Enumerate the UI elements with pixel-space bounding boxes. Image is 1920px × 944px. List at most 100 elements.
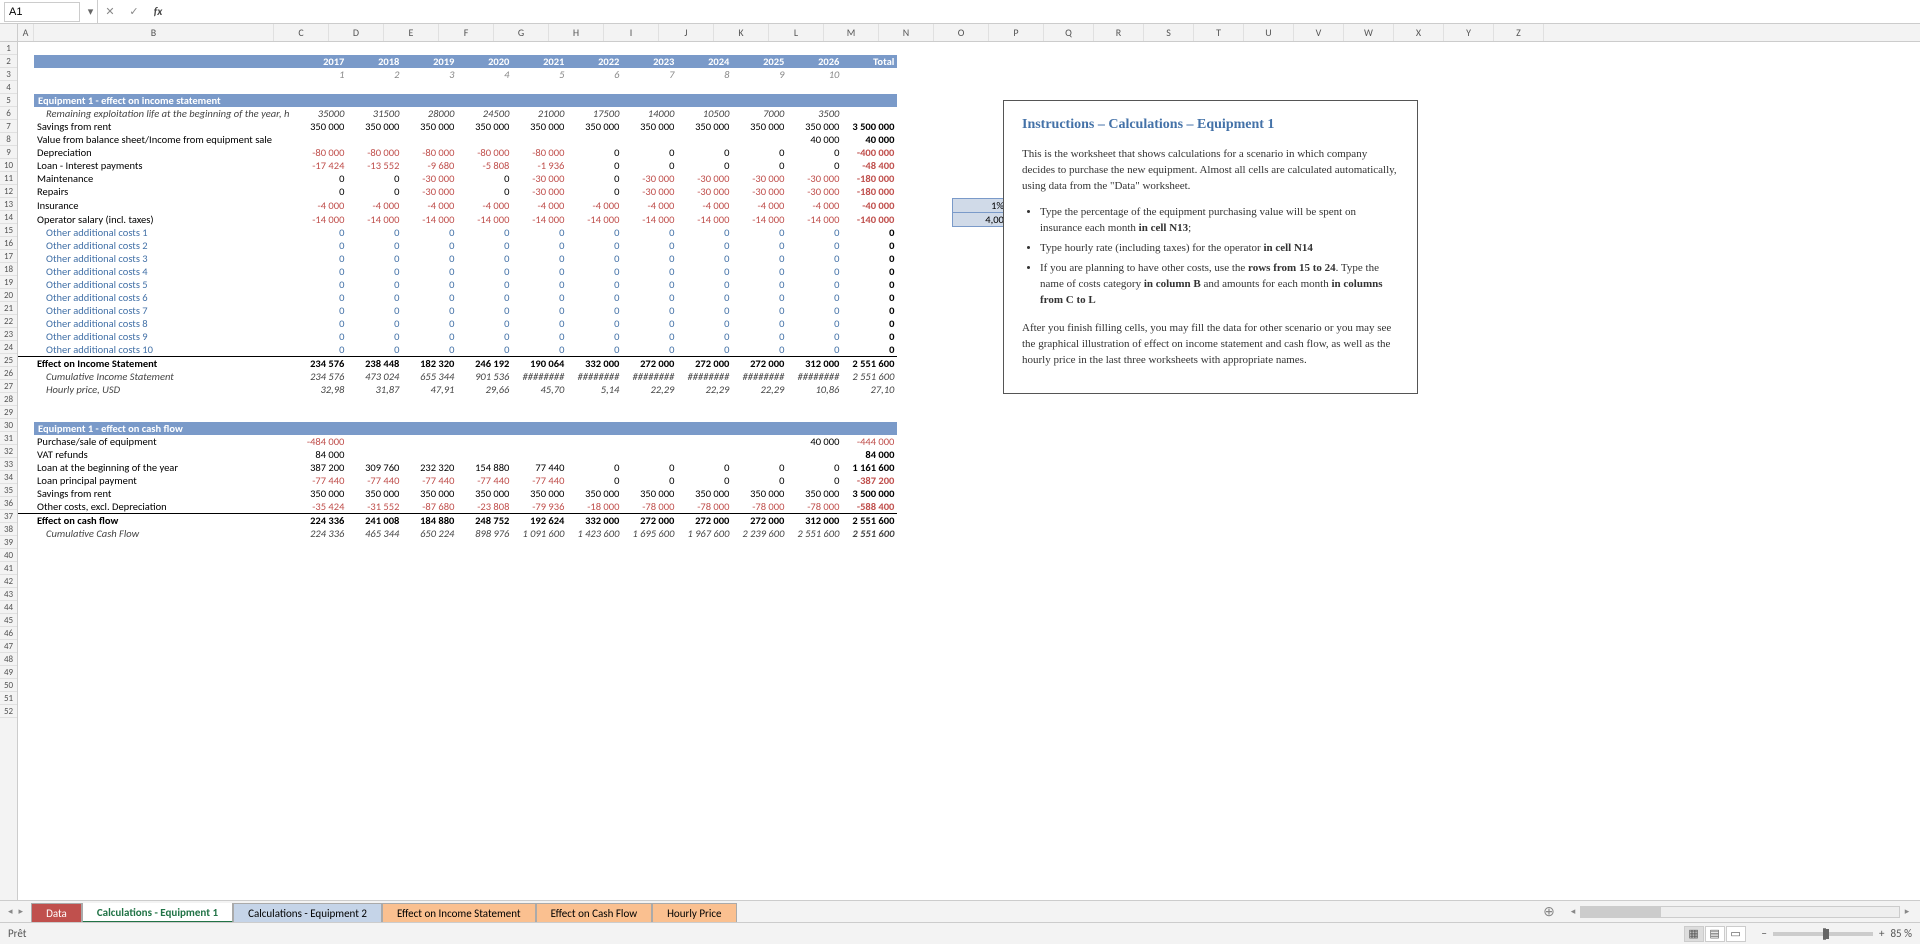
cell[interactable] xyxy=(787,579,842,592)
cell[interactable] xyxy=(677,579,732,592)
cell[interactable] xyxy=(457,81,512,94)
cell[interactable]: 0 xyxy=(512,239,567,252)
row-header[interactable]: 13 xyxy=(0,198,17,211)
cell[interactable]: 0 xyxy=(732,252,787,265)
zoom-slider[interactable] xyxy=(1773,932,1873,936)
cell[interactable]: 0 xyxy=(567,343,622,357)
cell[interactable]: 0 xyxy=(732,146,787,159)
cell[interactable]: 192 624 xyxy=(512,514,567,528)
cell[interactable] xyxy=(512,133,567,146)
row-header[interactable]: 1 xyxy=(0,42,17,55)
cell[interactable] xyxy=(787,696,842,709)
sheet-tab[interactable]: Effect on Cash Flow xyxy=(536,903,652,923)
cell[interactable]: 241 008 xyxy=(347,514,402,528)
effect-cash-label[interactable]: Effect on cash flow xyxy=(34,514,292,528)
section-header[interactable]: Equipment 1 - effect on income statement xyxy=(34,94,292,107)
cell[interactable]: 0 xyxy=(292,304,347,317)
cell[interactable]: -588 400 xyxy=(842,500,897,514)
cell[interactable]: 0 xyxy=(347,239,402,252)
cell[interactable]: 10 xyxy=(787,68,842,81)
cell[interactable] xyxy=(18,605,34,618)
cell[interactable] xyxy=(18,683,34,696)
cell[interactable] xyxy=(347,133,402,146)
cell[interactable]: 248 752 xyxy=(457,514,512,528)
row-header[interactable]: 46 xyxy=(0,627,17,640)
cell[interactable]: 1 423 600 xyxy=(567,527,622,540)
cell[interactable] xyxy=(622,422,677,435)
cell[interactable] xyxy=(34,68,292,81)
cell[interactable]: 224 336 xyxy=(292,514,347,528)
cell[interactable] xyxy=(677,133,732,146)
cell[interactable]: 0 xyxy=(787,265,842,278)
cell[interactable] xyxy=(842,605,897,618)
col-header[interactable]: M xyxy=(824,24,879,41)
cell[interactable]: 246 192 xyxy=(457,357,512,371)
cell[interactable]: 0 xyxy=(732,265,787,278)
cell[interactable] xyxy=(18,644,34,657)
cell[interactable] xyxy=(18,553,34,566)
cell[interactable] xyxy=(787,709,842,722)
year-header[interactable]: 2025 xyxy=(732,55,787,68)
cell[interactable] xyxy=(842,657,897,670)
tab-nav[interactable]: ◂▸ xyxy=(0,906,31,917)
cell[interactable] xyxy=(732,657,787,670)
cell[interactable] xyxy=(677,553,732,566)
row-header[interactable]: 26 xyxy=(0,367,17,380)
cell[interactable] xyxy=(787,409,842,422)
cell[interactable] xyxy=(567,566,622,579)
cell[interactable] xyxy=(622,657,677,670)
cell[interactable] xyxy=(787,540,842,553)
sheet-tab[interactable]: Calculations - Equipment 2 xyxy=(233,903,382,923)
cell[interactable] xyxy=(512,670,567,683)
cell[interactable] xyxy=(292,409,347,422)
cell[interactable]: 0 xyxy=(512,291,567,304)
cell[interactable]: 0 xyxy=(292,172,347,185)
cell[interactable]: 0 xyxy=(347,291,402,304)
row-header[interactable]: 25 xyxy=(0,354,17,367)
cell[interactable]: 350 000 xyxy=(732,487,787,500)
cell[interactable]: 0 xyxy=(732,461,787,474)
cell[interactable] xyxy=(34,81,292,94)
cell[interactable]: 0 xyxy=(787,317,842,330)
cell[interactable] xyxy=(402,448,457,461)
cell[interactable]: -30 000 xyxy=(512,172,567,185)
cell[interactable]: 4 xyxy=(457,68,512,81)
cell[interactable] xyxy=(457,618,512,631)
cell[interactable] xyxy=(567,696,622,709)
cell[interactable]: 22,29 xyxy=(732,383,787,396)
row-header[interactable]: 32 xyxy=(0,445,17,458)
cell[interactable] xyxy=(622,553,677,566)
cell[interactable]: 35000 xyxy=(292,107,347,120)
cell[interactable]: 272 000 xyxy=(732,357,787,371)
cell[interactable] xyxy=(567,133,622,146)
cell[interactable]: 0 xyxy=(512,304,567,317)
cell[interactable]: 0 xyxy=(622,474,677,487)
cell[interactable]: -77 440 xyxy=(292,474,347,487)
cell[interactable] xyxy=(567,422,622,435)
cell[interactable]: -80 000 xyxy=(347,146,402,159)
cell[interactable] xyxy=(842,592,897,605)
cell[interactable] xyxy=(787,618,842,631)
row-header[interactable]: 24 xyxy=(0,341,17,354)
cell[interactable] xyxy=(897,696,952,709)
cell[interactable]: 350 000 xyxy=(677,120,732,133)
cell[interactable]: 3500 xyxy=(787,107,842,120)
cell[interactable] xyxy=(842,396,897,409)
cell[interactable] xyxy=(34,709,292,722)
cell[interactable]: 0 xyxy=(732,239,787,252)
cell[interactable]: 350 000 xyxy=(292,487,347,500)
row-label[interactable]: Savings from rent xyxy=(34,487,292,500)
cell[interactable] xyxy=(787,605,842,618)
cell[interactable] xyxy=(457,696,512,709)
cell[interactable] xyxy=(292,540,347,553)
cell[interactable] xyxy=(457,566,512,579)
cell[interactable]: -14 000 xyxy=(512,212,567,226)
cell[interactable] xyxy=(897,683,952,696)
cell[interactable] xyxy=(18,631,34,644)
cell[interactable] xyxy=(18,252,34,265)
cell[interactable] xyxy=(732,133,787,146)
row-label[interactable]: Loan at the beginning of the year xyxy=(34,461,292,474)
cell[interactable]: -79 936 xyxy=(512,500,567,514)
cell[interactable]: -48 400 xyxy=(842,159,897,172)
cell[interactable] xyxy=(732,540,787,553)
